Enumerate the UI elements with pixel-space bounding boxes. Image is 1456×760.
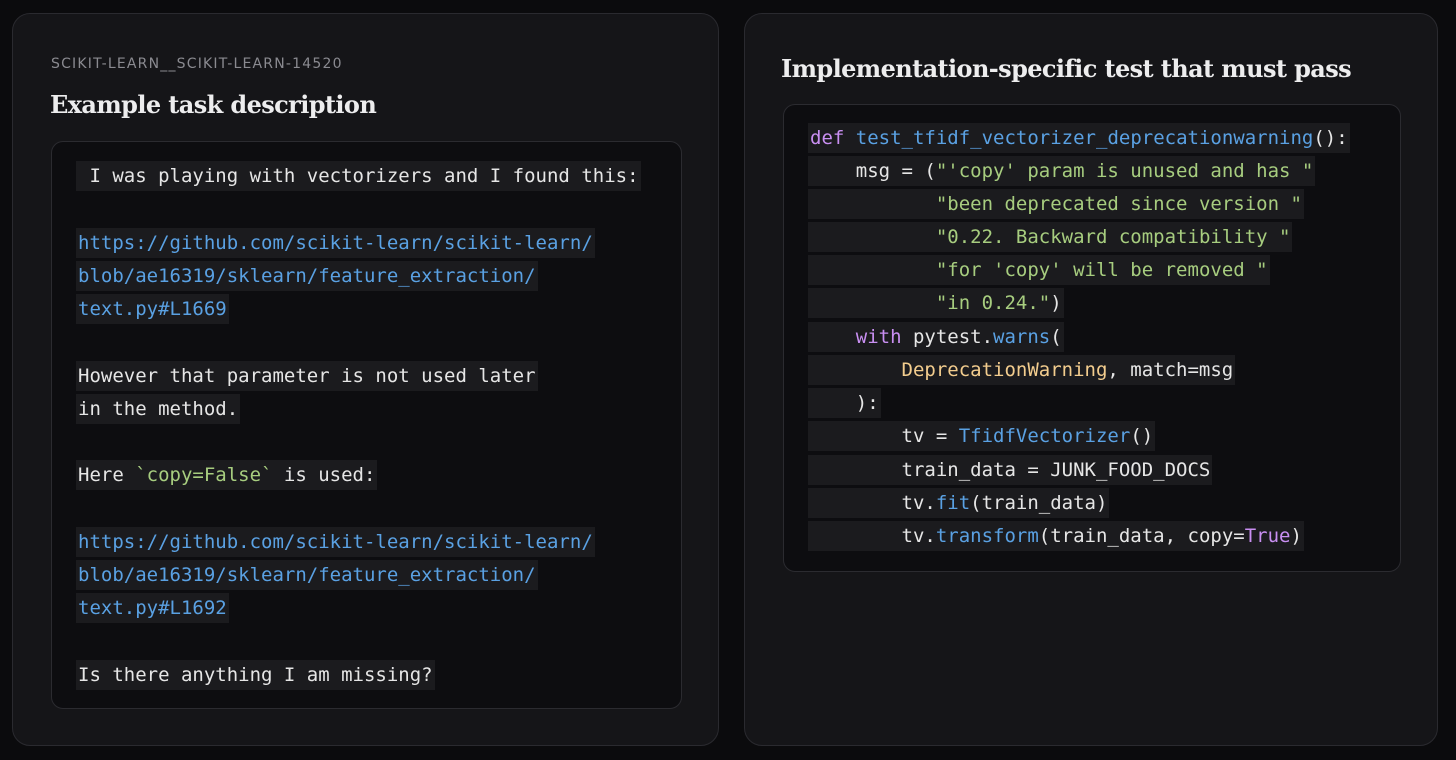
code-text: (): (1313, 127, 1348, 149)
code-line: msg = ("'copy' param is unused and has " (808, 156, 1316, 186)
text-segment: is used: (272, 464, 376, 486)
description-line: However that parameter is not used later (76, 361, 538, 391)
code-line: def test_tfidf_vectorizer_deprecationwar… (808, 123, 1350, 153)
description-line: Is there anything I am missing? (76, 660, 435, 690)
code-string: "for 'copy' will be removed " (935, 259, 1268, 281)
code-function: transform (935, 525, 1039, 547)
code-line: with pytest.warns( (808, 322, 1064, 352)
test-card: Implementation-specific test that must p… (744, 13, 1438, 746)
task-description-box: I was playing with vectorizers and I fou… (51, 141, 682, 709)
code-text: ) (1050, 292, 1062, 314)
description-line: I was playing with vectorizers and I fou… (76, 161, 641, 191)
issue-link-line[interactable]: blob/ae16319/sklearn/feature_extraction/ (76, 261, 538, 291)
issue-link-line[interactable]: https://github.com/scikit-learn/scikit-l… (76, 228, 595, 258)
task-id-label: SCIKIT-LEARN__SCIKIT-LEARN-14520 (51, 56, 343, 72)
code-line: "been deprecated since version " (808, 189, 1304, 219)
code-text: pytest. (901, 326, 994, 348)
code-text: msg = ( (810, 160, 936, 182)
code-line: "for 'copy' will be removed " (808, 255, 1270, 285)
code-text: ) (1290, 525, 1302, 547)
code-function: fit (935, 492, 971, 514)
issue-link-line[interactable]: https://github.com/scikit-learn/scikit-l… (76, 527, 595, 557)
issue-link-line[interactable]: blob/ae16319/sklearn/feature_extraction/ (76, 560, 538, 590)
code-text: tv. (810, 525, 936, 547)
code-keyword: def (810, 127, 845, 149)
code-string: "been deprecated since version " (935, 193, 1302, 215)
code-line: DeprecationWarning, match=msg (808, 355, 1236, 385)
issue-link-line[interactable]: text.py#L1669 (76, 294, 229, 324)
code-function: test_tfidf_vectorizer_deprecationwarning (855, 127, 1314, 149)
code-line: "in 0.24.") (808, 288, 1064, 318)
code-keyword: True (1244, 525, 1291, 547)
code-string: "in 0.24." (935, 292, 1051, 314)
code-keyword: with (855, 326, 902, 348)
code-string: "'copy' param is unused and has " (935, 160, 1314, 182)
code-text: ( (1050, 326, 1062, 348)
code-class: DeprecationWarning (901, 359, 1108, 381)
code-function: warns (993, 326, 1051, 348)
text-segment: Here (78, 464, 136, 486)
code-string: "0.22. Backward compatibility " (935, 226, 1291, 248)
inline-code: `copy=False` (135, 464, 273, 486)
code-line: ): (808, 388, 881, 418)
code-text: (train_data) (970, 492, 1108, 514)
code-text: tv. (810, 492, 936, 514)
code-line: "0.22. Backward compatibility " (808, 222, 1293, 252)
test-title: Implementation-specific test that must p… (781, 54, 1352, 83)
task-description-title: Example task description (50, 90, 377, 119)
task-description-card: SCIKIT-LEARN__SCIKIT-LEARN-14520 Example… (12, 13, 719, 746)
issue-link-line[interactable]: text.py#L1692 (76, 593, 229, 623)
code-text: , match=msg (1107, 359, 1234, 381)
code-function: TfidfVectorizer (958, 425, 1131, 447)
test-code-box: def test_tfidf_vectorizer_deprecationwar… (783, 104, 1401, 572)
code-line: tv.fit(train_data) (808, 488, 1110, 518)
description-line: in the method. (76, 394, 241, 424)
description-line: Here `copy=False` is used: (76, 460, 378, 490)
code-text: () (1130, 425, 1154, 447)
code-text: (train_data, copy= (1038, 525, 1245, 547)
code-line: tv = TfidfVectorizer() (808, 421, 1156, 451)
code-line: train_data = JUNK_FOOD_DOCS (808, 455, 1213, 485)
code-line: tv.transform(train_data, copy=True) (808, 521, 1304, 551)
code-text: tv = (810, 425, 959, 447)
